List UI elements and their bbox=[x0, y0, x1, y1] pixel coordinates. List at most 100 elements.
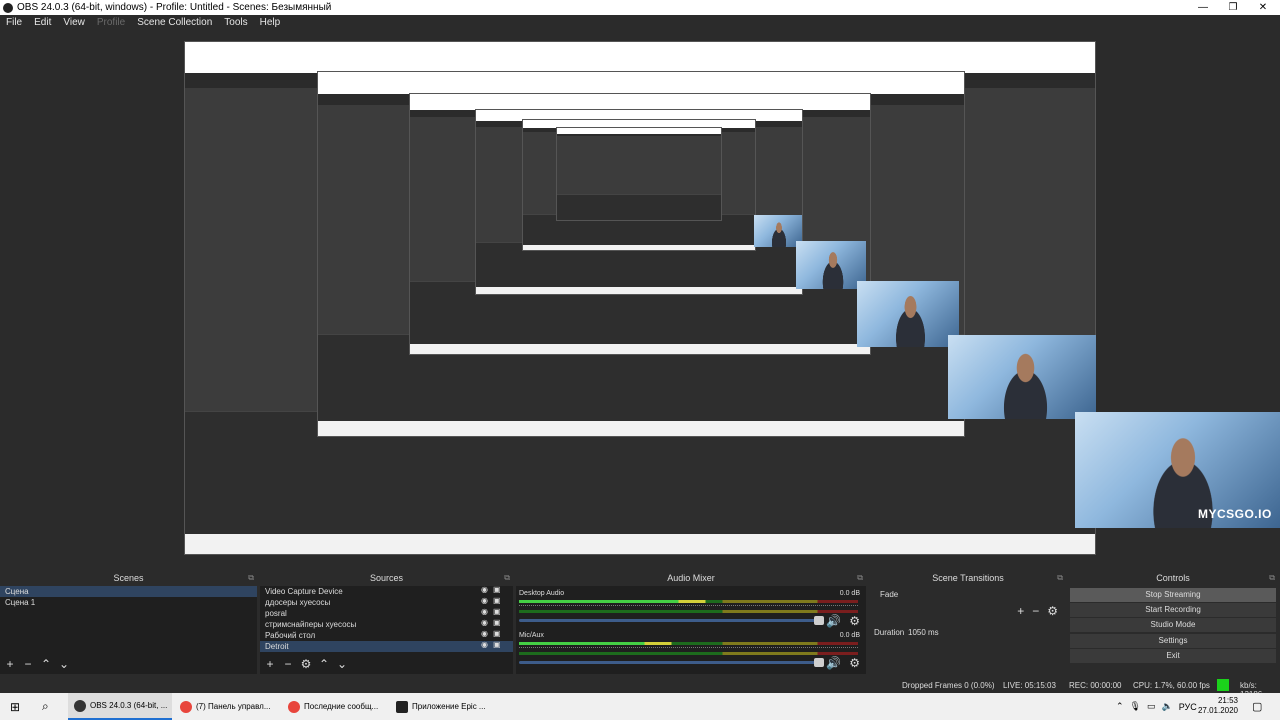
search-icon[interactable]: ⌕ bbox=[42, 693, 56, 720]
close-button[interactable]: ✕ bbox=[1248, 0, 1278, 15]
volume-slider[interactable] bbox=[519, 616, 824, 625]
sources-list: Video Capture Device ◉ ▣ ддосеры хуесосы ◉ ▣… bbox=[260, 586, 513, 652]
audio-mixer-dock: Audio Mixer ⧉ Desktop Audio 0.0 dB 🔊 ⚙ Mic… bbox=[516, 572, 866, 674]
watermark-text: MYCSGO.IO bbox=[1197, 507, 1272, 522]
lock-icon[interactable]: ▣ bbox=[493, 619, 501, 627]
scene-item[interactable]: Сцена bbox=[0, 586, 257, 597]
source-item[interactable]: posral ◉ ▣ bbox=[260, 608, 513, 619]
lock-icon[interactable]: ▣ bbox=[493, 608, 501, 616]
eye-icon[interactable]: ◉ bbox=[481, 641, 489, 649]
move-down-icon[interactable]: ⌄ bbox=[336, 658, 348, 670]
microphone-icon[interactable]: 🎙 bbox=[1130, 701, 1141, 712]
exit-button[interactable]: Exit bbox=[1070, 649, 1276, 663]
dock-pin-icon[interactable]: ⧉ bbox=[248, 572, 254, 584]
window-title: OBS 24.0.3 (64-bit, windows) - Profile: … bbox=[17, 2, 332, 13]
scenes-toolbar: + − ⌃ ⌄ bbox=[0, 654, 257, 674]
obs-icon bbox=[74, 699, 86, 712]
webcam-overlay: MYCSGO.IO bbox=[1075, 412, 1280, 528]
remove-icon[interactable]: − bbox=[1032, 604, 1039, 618]
dock-pin-icon[interactable]: ⧉ bbox=[1057, 572, 1063, 584]
dock-pin-icon[interactable]: ⧉ bbox=[504, 572, 510, 584]
menu-edit[interactable]: Edit bbox=[28, 15, 57, 30]
webcam-overlay-3 bbox=[948, 335, 1096, 419]
preview-canvas[interactable] bbox=[184, 41, 1096, 555]
gear-icon[interactable]: ⚙ bbox=[300, 658, 312, 670]
minimize-button[interactable]: — bbox=[1188, 0, 1218, 15]
windows-start-icon[interactable]: ⊞ bbox=[10, 693, 24, 720]
gear-icon[interactable]: ⚙ bbox=[849, 614, 860, 628]
gear-icon[interactable]: ⚙ bbox=[1047, 604, 1058, 618]
sources-title: Sources bbox=[369, 573, 404, 583]
system-tray: ⌃ 🎙 ▭ 🔈 РУС bbox=[1116, 693, 1197, 720]
volume-icon[interactable]: 🔈 bbox=[1162, 701, 1173, 712]
lock-icon[interactable]: ▣ bbox=[493, 586, 501, 594]
volume-slider[interactable] bbox=[519, 658, 824, 667]
chevron-up-icon[interactable]: ⌃ bbox=[1116, 701, 1124, 712]
level-meter bbox=[519, 600, 858, 603]
lock-icon[interactable]: ▣ bbox=[493, 641, 501, 649]
move-up-icon[interactable]: ⌃ bbox=[318, 658, 330, 670]
move-up-icon[interactable]: ⌃ bbox=[40, 658, 52, 670]
taskbar: ⊞ ⌕ OBS 24.0.3 (64-bit, ... (7) Панель у… bbox=[0, 693, 1280, 720]
channel-db: 0.0 dB bbox=[839, 632, 860, 639]
source-item[interactable]: Video Capture Device ◉ ▣ bbox=[260, 586, 513, 597]
controls-title: Controls bbox=[1156, 573, 1190, 583]
maximize-button[interactable]: ❐ bbox=[1218, 0, 1248, 15]
menu-view[interactable]: View bbox=[57, 15, 91, 30]
network-icon[interactable]: ▭ bbox=[1147, 701, 1156, 712]
move-down-icon[interactable]: ⌄ bbox=[58, 658, 70, 670]
stream-health-indicator bbox=[1217, 679, 1229, 691]
source-item[interactable]: Рабочий стол ◉ ▣ bbox=[260, 630, 513, 641]
menu-tools[interactable]: Tools bbox=[218, 15, 253, 30]
menu-scene-collection[interactable]: Scene Collection bbox=[131, 15, 218, 30]
clock[interactable]: 21:53 27.01.2020 bbox=[1198, 696, 1238, 716]
eye-icon[interactable]: ◉ bbox=[481, 630, 489, 638]
menu-file[interactable]: File bbox=[0, 15, 28, 30]
eye-icon[interactable]: ◉ bbox=[481, 608, 489, 616]
stop-streaming-button[interactable]: Stop Streaming bbox=[1070, 588, 1276, 602]
cpu-usage: CPU: 1.7%, 60.00 fps bbox=[1133, 681, 1210, 690]
eye-icon[interactable]: ◉ bbox=[481, 586, 489, 594]
speaker-icon[interactable]: 🔊 bbox=[826, 656, 841, 670]
source-item[interactable]: Detroit ◉ ▣ bbox=[260, 641, 513, 652]
language-indicator[interactable]: РУС bbox=[1179, 702, 1197, 712]
menu-profile[interactable]: Profile bbox=[91, 15, 131, 30]
sources-dock: Sources ⧉ Video Capture Device ◉ ▣ ддосеры … bbox=[260, 572, 513, 674]
source-item[interactable]: стримснайперы хуесосы ◉ ▣ bbox=[260, 619, 513, 630]
source-item[interactable]: ддосеры хуесосы ◉ ▣ bbox=[260, 597, 513, 608]
controls-dock: Controls ⧉ Stop Streaming Start Recording… bbox=[1068, 572, 1278, 674]
gear-icon[interactable]: ⚙ bbox=[849, 656, 860, 670]
dock-pin-icon[interactable]: ⧉ bbox=[857, 572, 863, 584]
speaker-icon[interactable]: 🔊 bbox=[826, 614, 841, 628]
lock-icon[interactable]: ▣ bbox=[493, 630, 501, 638]
notification-icon[interactable]: ▢ bbox=[1252, 693, 1266, 720]
add-icon[interactable]: + bbox=[1017, 604, 1024, 618]
menu-help[interactable]: Help bbox=[254, 15, 287, 30]
transition-select[interactable]: Fade bbox=[874, 588, 1062, 602]
chrome-icon bbox=[288, 700, 300, 713]
start-recording-button[interactable]: Start Recording bbox=[1070, 603, 1276, 617]
taskbar-chrome-1[interactable]: (7) Панель управл... bbox=[176, 693, 280, 720]
studio-mode-button[interactable]: Studio Mode bbox=[1070, 618, 1276, 632]
add-icon[interactable]: + bbox=[4, 658, 16, 670]
taskbar-epic[interactable]: Приложение Epic ... bbox=[392, 693, 496, 720]
live-time: LIVE: 05:15:03 bbox=[1003, 681, 1056, 690]
eye-icon[interactable]: ◉ bbox=[481, 597, 489, 605]
preview-area[interactable]: MYCSGO.IO bbox=[0, 30, 1280, 562]
mixer-title: Audio Mixer bbox=[667, 573, 715, 583]
remove-icon[interactable]: − bbox=[282, 658, 294, 670]
taskbar-chrome-2[interactable]: Последние сообщ... bbox=[284, 693, 388, 720]
obs-logo-icon bbox=[3, 2, 13, 13]
taskbar-obs[interactable]: OBS 24.0.3 (64-bit, ... bbox=[68, 693, 172, 720]
settings-button[interactable]: Settings bbox=[1070, 634, 1276, 648]
eye-icon[interactable]: ◉ bbox=[481, 619, 489, 627]
scenes-title: Scenes bbox=[113, 573, 144, 583]
add-icon[interactable]: + bbox=[264, 658, 276, 670]
duration-spinbox[interactable]: 1050 ms bbox=[904, 626, 1052, 640]
remove-icon[interactable]: − bbox=[22, 658, 34, 670]
channel-name: Mic/Aux bbox=[519, 632, 544, 639]
dock-pin-icon[interactable]: ⧉ bbox=[1269, 572, 1275, 584]
mixer-channel-mic: Mic/Aux 0.0 dB 🔊 ⚙ bbox=[516, 632, 866, 672]
lock-icon[interactable]: ▣ bbox=[493, 597, 501, 605]
scene-item[interactable]: Сцена 1 bbox=[0, 597, 257, 608]
